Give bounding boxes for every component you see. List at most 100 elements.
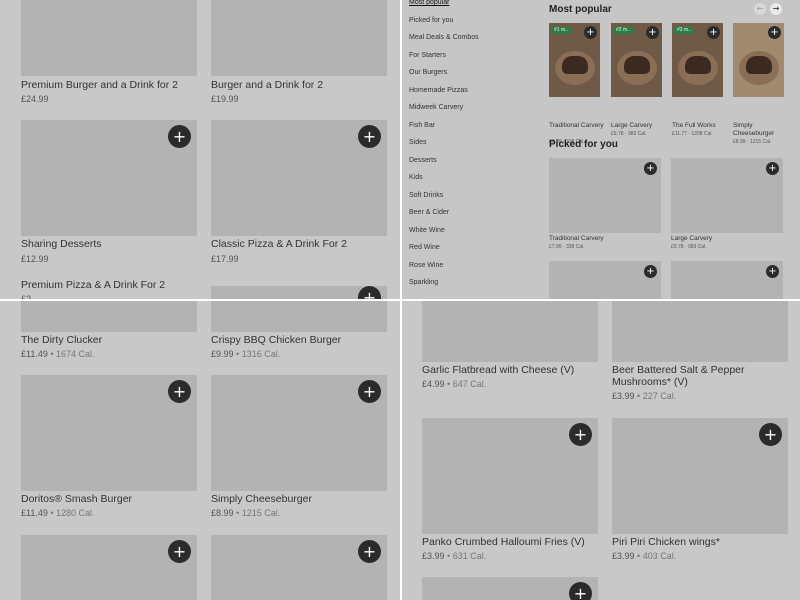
separator: • (233, 349, 242, 359)
rank-badge: #2 m.. (613, 27, 633, 34)
add-item-button[interactable]: + (569, 582, 592, 600)
separator: • (444, 551, 453, 561)
item-price: £24.99 (21, 94, 49, 104)
calorie-count: 403 Cal. (642, 551, 677, 561)
item-title: Crispy BBQ Chicken Burger (211, 334, 342, 346)
menu-grid-top-left: Premium Burger and a Drink for 2 £24.99 … (0, 0, 400, 299)
item-image[interactable] (211, 0, 387, 76)
item-title: Classic Pizza & A Drink For 2 (211, 238, 347, 250)
sidebar-category-item[interactable]: Desserts (409, 157, 437, 164)
separator: • (444, 379, 453, 389)
separator: • (634, 551, 643, 561)
sidebar-category-item[interactable]: Most popular (409, 0, 449, 6)
add-item-button[interactable]: + (644, 162, 657, 175)
price-value: £11.49 (21, 349, 48, 359)
item-price: £17.99 (211, 254, 239, 264)
add-item-button[interactable]: + (584, 26, 597, 39)
add-item-button[interactable]: + (766, 162, 779, 175)
sidebar-category-item[interactable]: Midweek Carvery (409, 104, 463, 111)
sidebar-category-item[interactable]: Fish Bar (409, 122, 435, 129)
item-title: Simply Cheeseburger (733, 122, 775, 137)
item-image[interactable] (549, 261, 661, 299)
item-image[interactable] (21, 0, 197, 76)
sidebar-category-item[interactable]: Sparkling (409, 279, 438, 286)
add-item-button[interactable]: + (759, 423, 782, 446)
item-price: £19.99 (211, 94, 239, 104)
picked-for-you-heading: Picked for you (549, 139, 618, 150)
item-image[interactable] (612, 301, 788, 362)
rank-badge: #3 m.. (674, 27, 694, 34)
add-item-button[interactable]: + (707, 26, 720, 39)
add-item-button[interactable]: + (358, 380, 381, 403)
add-item-button[interactable]: + (358, 540, 381, 563)
item-title: Panko Crumbed Halloumi Fries (V) (422, 536, 585, 548)
item-price: £12.99 (21, 254, 49, 264)
price-value: £9.99 (211, 349, 234, 359)
item-image[interactable]: #1 m.. + (549, 23, 600, 97)
item-title: Premium Pizza & A Drink For 2 (21, 279, 166, 291)
item-image[interactable] (21, 301, 197, 332)
sidebar-category-item[interactable]: Our Burgers (409, 69, 447, 76)
item-price: £11.77 · 1208 Cal. (672, 131, 713, 137)
sidebar-category-item[interactable]: Beer & Cider (409, 209, 449, 216)
item-image[interactable]: #2 m.. + (611, 23, 662, 97)
add-item-button[interactable]: + (768, 26, 781, 39)
item-title-line2: Mushrooms* (V) (612, 376, 688, 388)
add-item-button[interactable]: + (358, 125, 381, 148)
item-image[interactable] (422, 301, 598, 362)
calorie-count: 1280 Cal. (56, 508, 95, 518)
add-item-button[interactable]: + (168, 125, 191, 148)
sidebar-category-item[interactable]: Rose Wine (409, 262, 443, 269)
item-price: £8.99 • 1215 Cal. (211, 508, 280, 518)
rank-badge: #1 m.. (551, 27, 571, 34)
menu-overview-panel: Most popular Picked for you Meal Deals & C… (402, 0, 800, 299)
sidebar-category-item[interactable]: Picked for you (409, 17, 453, 24)
item-image[interactable] (671, 261, 783, 299)
item-price: £9.78 · 983 Cal. (671, 244, 707, 250)
item-image[interactable]: + (733, 23, 784, 97)
sidebar-category-item[interactable]: Red Wine (409, 244, 440, 251)
add-item-button[interactable]: + (168, 380, 191, 403)
add-item-button[interactable]: + (646, 26, 659, 39)
add-item-button[interactable]: + (168, 540, 191, 563)
item-title: The Full Works (672, 122, 716, 129)
item-image[interactable] (211, 301, 387, 332)
item-price: £7.99 · 338 Cal. (549, 244, 585, 250)
item-price: £8.99 · 1215 Cal. (733, 139, 772, 145)
sidebar-category-item[interactable]: Meal Deals & Combos (409, 34, 479, 41)
next-arrow-icon[interactable]: → (770, 3, 782, 15)
calorie-count: 631 Cal. (452, 551, 487, 561)
sidebar-category-item[interactable]: Kids (409, 174, 423, 181)
item-price: £9.78 · 983 Cal. (611, 131, 647, 137)
item-title: Garlic Flatbread with Cheese (V) (422, 364, 575, 376)
menu-grid-bottom-left: The Dirty Clucker £11.49 • 1674 Cal. Cri… (0, 301, 400, 600)
food-burger (562, 56, 588, 74)
item-title: Burger and a Drink for 2 (211, 79, 324, 91)
sidebar-category-item[interactable]: Soft Drinks (409, 192, 443, 199)
separator: • (233, 508, 242, 518)
item-price: £11.49 • 1280 Cal. (21, 508, 95, 518)
sidebar-category-item[interactable]: White Wine (409, 227, 445, 234)
separator: • (47, 508, 57, 518)
item-title: Doritos® Smash Burger (21, 493, 133, 505)
sidebar-category-item[interactable]: For Starters (409, 52, 446, 59)
add-item-button[interactable]: + (766, 265, 779, 278)
item-image[interactable]: #3 m.. + (672, 23, 723, 97)
item-price: £11.49 • 1674 Cal. (21, 349, 95, 359)
item-title: Traditional Carvery (549, 122, 604, 129)
price-value: £3.99 (612, 551, 635, 561)
item-title: Large Carvery (611, 122, 653, 129)
add-item-button[interactable]: + (644, 265, 657, 278)
menu-grid-bottom-right: Garlic Flatbread with Cheese (V) £4.99 •… (402, 301, 800, 600)
price-value: £3.99 (422, 551, 445, 561)
calorie-count: 1316 Cal. (241, 349, 281, 359)
sidebar-category-item[interactable]: Sides (409, 139, 427, 146)
item-price: £3.99 • 631 Cal. (422, 551, 486, 561)
calorie-count: 1215 Cal. (241, 508, 281, 518)
separator: • (47, 349, 57, 359)
prev-arrow-icon[interactable]: ← (754, 3, 766, 15)
sidebar-category-item[interactable]: Homemade Pizzas (409, 87, 468, 94)
add-item-button[interactable]: + (569, 423, 592, 446)
calorie-count: 227 Cal. (642, 391, 677, 401)
item-price: £9.99 • 1316 Cal. (211, 349, 280, 359)
